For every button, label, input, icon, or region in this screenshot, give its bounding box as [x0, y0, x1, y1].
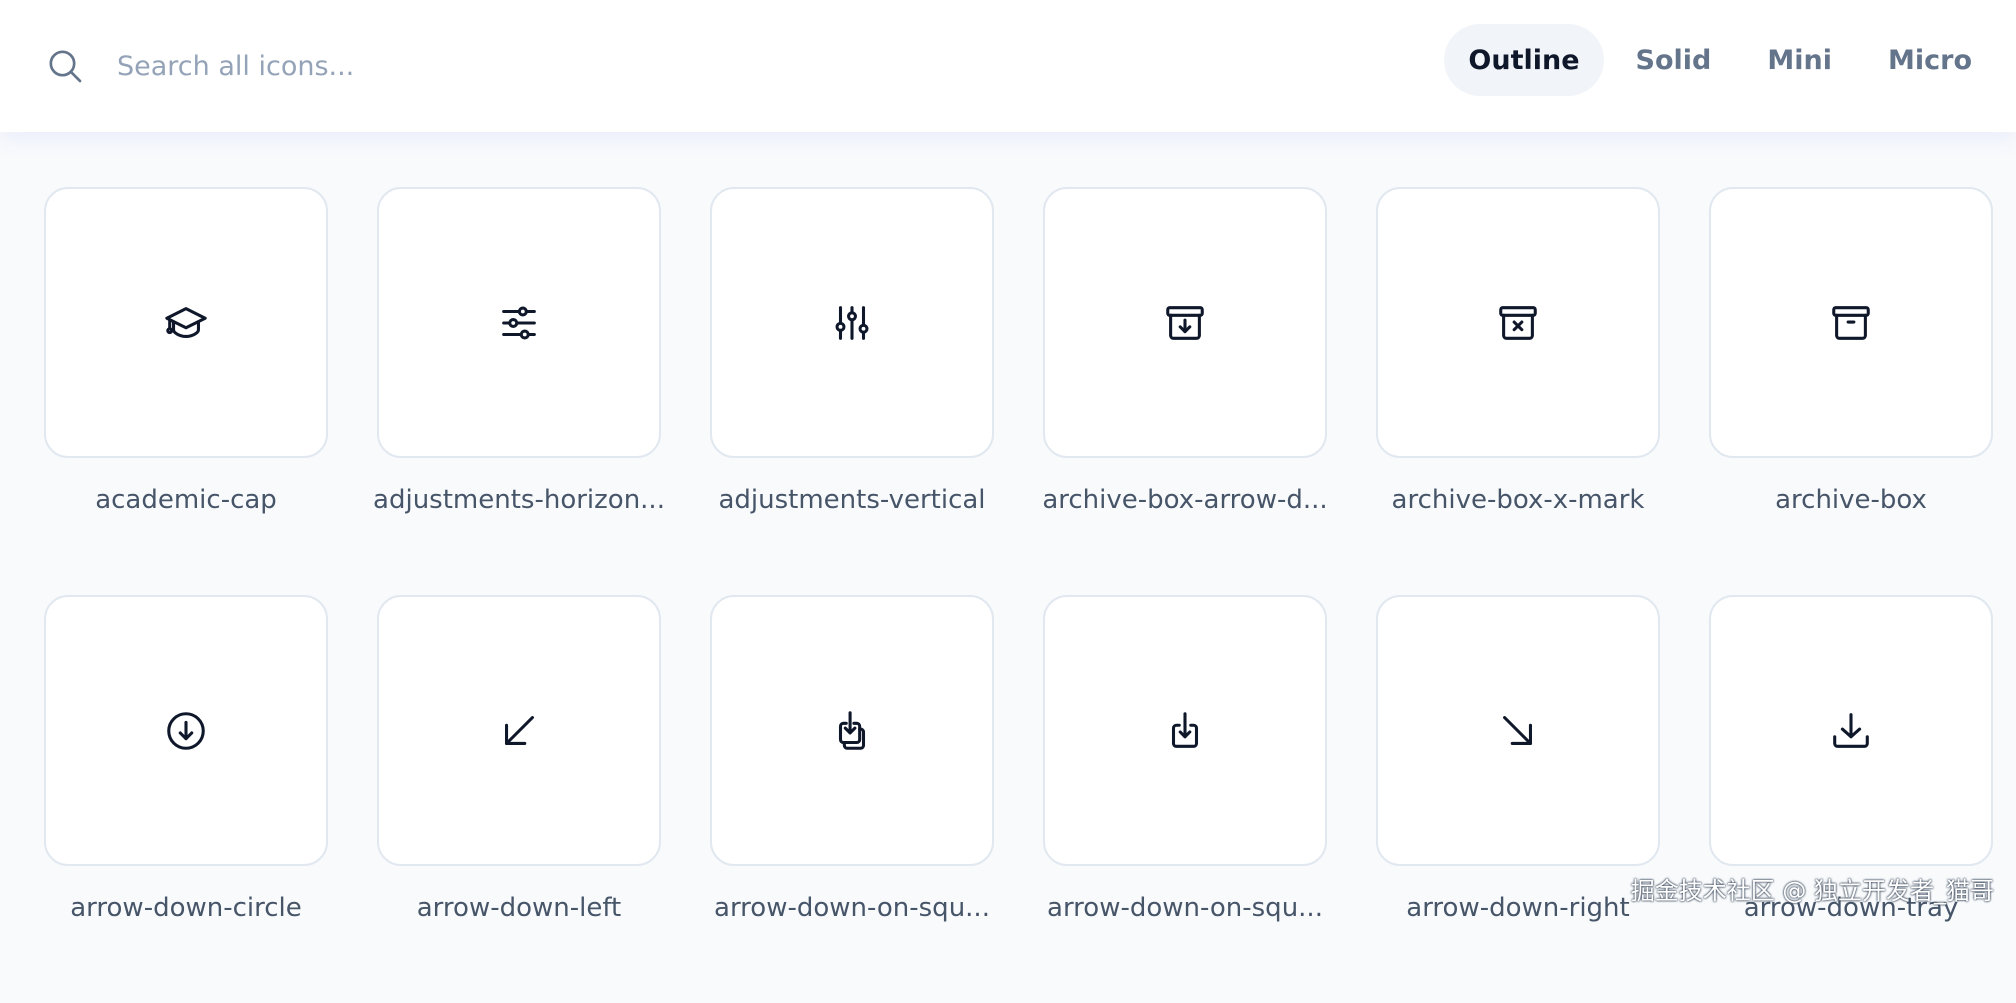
icon-label: arrow-down-tray: [1701, 893, 2001, 923]
icon-grid-item: arrow-down-left: [377, 595, 661, 1003]
icon-card-academic-cap[interactable]: [44, 187, 328, 458]
icon-card-archive-box-arrow-down[interactable]: [1043, 187, 1327, 458]
icon-grid-item: adjustments-vertical: [710, 187, 994, 595]
arrow-down-left-icon: [496, 708, 542, 754]
icon-card-arrow-down-right[interactable]: [1376, 595, 1660, 866]
icon-label: arrow-down-right: [1368, 893, 1668, 923]
academic-cap-icon: [163, 300, 209, 346]
archive-box-arrow-down-icon: [1162, 300, 1208, 346]
tab-solid[interactable]: Solid: [1612, 24, 1736, 96]
archive-box-x-mark-icon: [1495, 300, 1541, 346]
icon-label: adjustments-horizon...: [369, 485, 669, 515]
icon-label: arrow-down-circle: [36, 893, 336, 923]
search-icon[interactable]: [45, 46, 85, 86]
icon-grid-item: archive-box: [1709, 187, 1993, 595]
icon-card-adjustments-horizontal[interactable]: [377, 187, 661, 458]
tab-mini[interactable]: Mini: [1743, 24, 1856, 96]
icon-grid-item: archive-box-arrow-d...: [1043, 187, 1327, 595]
arrow-down-tray-icon: [1828, 708, 1874, 754]
search-input[interactable]: [115, 50, 815, 83]
icon-label: arrow-down-left: [369, 893, 669, 923]
icon-card-archive-box[interactable]: [1709, 187, 1993, 458]
icon-grid-item: arrow-down-on-squ...: [710, 595, 994, 1003]
icon-card-archive-box-x-mark[interactable]: [1376, 187, 1660, 458]
style-tabs: Outline Solid Mini Micro: [1444, 24, 1996, 96]
icon-grid-item: academic-cap: [44, 187, 328, 595]
arrow-down-circle-icon: [163, 708, 209, 754]
icon-grid-item: archive-box-x-mark: [1376, 187, 1660, 595]
icon-label: arrow-down-on-squ...: [702, 893, 1002, 923]
icon-card-arrow-down-on-square[interactable]: [1043, 595, 1327, 866]
icon-grid-item: arrow-down-circle: [44, 595, 328, 1003]
tab-outline[interactable]: Outline: [1444, 24, 1603, 96]
adjustments-vertical-icon: [829, 300, 875, 346]
icon-card-arrow-down-circle[interactable]: [44, 595, 328, 866]
arrow-down-right-icon: [1495, 708, 1541, 754]
icon-label: arrow-down-on-squ...: [1035, 893, 1335, 923]
arrow-down-on-square-icon: [1162, 708, 1208, 754]
icon-grid-item: arrow-down-tray: [1709, 595, 1993, 1003]
arrow-down-on-square-stack-icon: [829, 708, 875, 754]
icon-card-adjustments-vertical[interactable]: [710, 187, 994, 458]
icon-label: archive-box-arrow-d...: [1035, 485, 1335, 515]
icon-card-arrow-down-tray[interactable]: [1709, 595, 1993, 866]
icon-label: archive-box-x-mark: [1368, 485, 1668, 515]
icon-label: academic-cap: [36, 485, 336, 515]
icon-card-arrow-down-on-square-stack[interactable]: [710, 595, 994, 866]
icon-label: adjustments-vertical: [702, 485, 1002, 515]
tab-micro[interactable]: Micro: [1864, 24, 1996, 96]
icon-card-arrow-down-left[interactable]: [377, 595, 661, 866]
icon-label: archive-box: [1701, 485, 2001, 515]
top-bar: Outline Solid Mini Micro: [0, 0, 2016, 132]
icon-grid-item: arrow-down-on-squ...: [1043, 595, 1327, 1003]
icon-grid-item: arrow-down-right: [1376, 595, 1660, 1003]
icon-grid: academic-cap adjustments-horizon...: [44, 187, 1994, 1003]
archive-box-icon: [1828, 300, 1874, 346]
adjustments-horizontal-icon: [496, 300, 542, 346]
icon-grid-item: adjustments-horizon...: [377, 187, 661, 595]
